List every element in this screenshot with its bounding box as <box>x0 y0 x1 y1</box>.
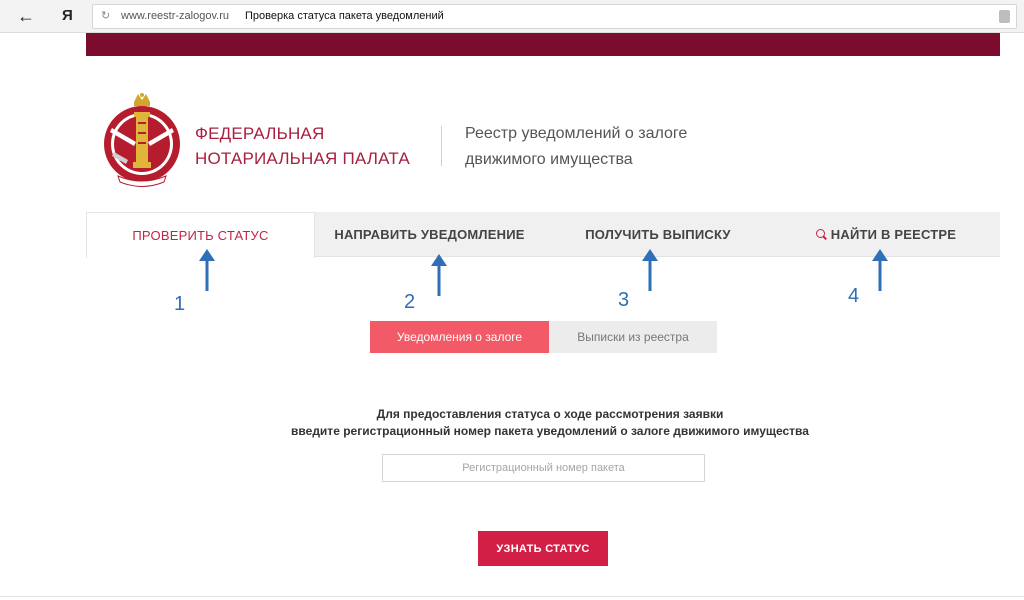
registry-title-line2: движимого имущества <box>465 151 633 168</box>
org-name-line2: НОТАРИАЛЬНАЯ ПАЛАТА <box>195 149 410 168</box>
site-top-band <box>86 33 1000 56</box>
subtab-registry-extracts[interactable]: Выписки из реестра <box>549 321 717 353</box>
annotation-arrow-4-icon <box>872 249 888 291</box>
instruction-line2: введите регистрационный номер пакета уве… <box>291 424 809 438</box>
tab-search-registry-label: НАЙТИ В РЕЕСТРЕ <box>830 227 957 242</box>
notary-emblem-icon <box>104 93 180 187</box>
search-icon <box>815 229 825 238</box>
reload-icon[interactable]: ↻ <box>101 9 110 22</box>
header-divider <box>441 126 442 166</box>
back-button[interactable]: ← <box>16 6 36 26</box>
subtab-pledge-notifications[interactable]: Уведомления о залоге <box>370 321 549 353</box>
annotation-number-4: 4 <box>848 285 860 307</box>
browser-toolbar: ← Я ↻ www.reestr-zalogov.ru Проверка ста… <box>0 0 1024 33</box>
org-name: ФЕДЕРАЛЬНАЯ НОТАРИАЛЬНАЯ ПАЛАТА <box>195 121 410 171</box>
check-status-button[interactable]: УЗНАТЬ СТАТУС <box>478 531 608 566</box>
yandex-logo[interactable]: Я <box>62 7 73 24</box>
instruction-line1: Для предоставления статуса о ходе рассмо… <box>376 407 724 421</box>
annotation-arrow-2-icon <box>431 254 447 296</box>
url-domain: www.reestr-zalogov.ru <box>121 10 229 22</box>
tab-send-notification[interactable]: НАПРАВИТЬ УВЕДОМЛЕНИЕ <box>315 212 544 257</box>
annotation-arrow-3-icon <box>642 249 658 291</box>
address-bar[interactable]: ↻ www.reestr-zalogov.ru Проверка статуса… <box>92 4 1017 29</box>
annotation-arrow-1-icon <box>199 249 215 291</box>
annotation-number-2: 2 <box>404 291 416 313</box>
page-bottom-divider <box>0 596 1024 597</box>
annotation-number-3: 3 <box>618 289 630 311</box>
registry-title: Реестр уведомлений о залоге движимого им… <box>465 121 687 173</box>
lock-icon <box>999 10 1010 23</box>
main-nav-tabs: ПРОВЕРИТЬ СТАТУС НАПРАВИТЬ УВЕДОМЛЕНИЕ П… <box>86 212 1000 258</box>
org-name-line1: ФЕДЕРАЛЬНАЯ <box>195 124 325 143</box>
annotation-number-1: 1 <box>174 293 186 315</box>
registry-title-line1: Реестр уведомлений о залоге <box>465 125 688 142</box>
form-instructions: Для предоставления статуса о ходе рассмо… <box>200 406 900 440</box>
url-page-title: Проверка статуса пакета уведомлений <box>245 10 444 22</box>
registration-number-input[interactable] <box>382 454 705 482</box>
